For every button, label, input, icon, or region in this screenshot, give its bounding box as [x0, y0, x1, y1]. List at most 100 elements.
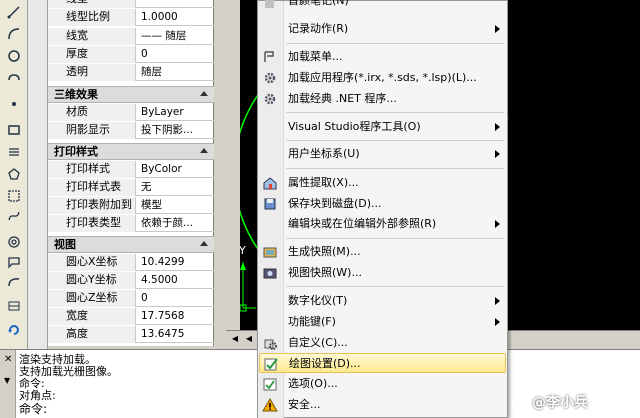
menu-item-customize[interactable]: 自定义(C)...	[259, 333, 506, 353]
prop-name: 高度	[48, 326, 136, 343]
polygon-tool-icon[interactable]	[3, 164, 25, 184]
menu-item-label: 数字化仪(T)	[288, 294, 348, 307]
prop-value[interactable]: ByLayer	[138, 104, 214, 121]
close-icon[interactable]: ✕	[4, 354, 12, 365]
circle-tool-icon[interactable]	[3, 46, 25, 66]
prop-row-shadow[interactable]: 阴影显示 投下阴影...	[48, 122, 214, 139]
hatch-tool-icon[interactable]	[3, 142, 25, 162]
properties-grid: 线型 线型比例1.0000 线宽—— 随层 厚度0 透明随层 三维效果 材质By…	[48, 0, 214, 346]
prev-tab-icon[interactable]: ◀	[244, 333, 254, 345]
prop-row-plot-style[interactable]: 打印样式 ByColor	[48, 161, 214, 178]
command-prompt[interactable]: 命令:	[19, 403, 47, 415]
ellipse-arc-tool-icon[interactable]	[3, 272, 25, 292]
prop-name: 圆心X坐标	[48, 254, 136, 271]
menu-separator	[286, 168, 504, 169]
menu-item-drafting-settings[interactable]: 绘图设置(D)...	[259, 353, 506, 373]
wipeout-tool-icon[interactable]	[3, 252, 25, 272]
prop-value[interactable]: 模型	[138, 197, 214, 214]
prop-name: 透明	[48, 64, 136, 81]
section-plot-style[interactable]: 打印样式	[48, 143, 214, 160]
menu-item-label: 视图快照(W)...	[288, 266, 362, 279]
refresh-tool-icon[interactable]	[3, 320, 25, 340]
prop-row-material[interactable]: 材质 ByLayer	[48, 104, 214, 121]
menu-item-ucs[interactable]: 用户坐标系(U)	[259, 144, 506, 164]
prop-value[interactable]: 1.0000	[138, 9, 214, 26]
prop-name: 打印样式	[48, 161, 136, 178]
prop-value[interactable]: —— 随层	[138, 28, 214, 45]
revcloud-tool-icon[interactable]	[3, 68, 25, 88]
ucs-y-label: Y	[240, 244, 246, 257]
prop-row-height[interactable]: 高度 13.6475	[48, 326, 214, 343]
prop-row-center-x[interactable]: 圆心X坐标 10.4299	[48, 254, 214, 271]
prop-name: 打印样式表	[48, 179, 136, 196]
menu-item-view-snapshot[interactable]: 视图快照(W)...	[259, 263, 506, 283]
collapse-icon[interactable]	[200, 91, 208, 96]
menu-item-load-menu[interactable]: 加载菜单...	[259, 47, 506, 67]
prop-value[interactable]	[138, 0, 214, 8]
prop-row-width[interactable]: 宽度 17.7568	[48, 308, 214, 325]
rectangle-tool-icon[interactable]	[3, 120, 25, 140]
point-tool-icon[interactable]	[3, 92, 25, 112]
prop-value[interactable]: 随层	[138, 64, 214, 81]
ucs-y-arrow	[240, 262, 246, 270]
menu-item-visual-studio[interactable]: Visual Studio程序工具(O)	[259, 117, 506, 137]
arc-tool-icon[interactable]	[3, 24, 25, 44]
line-tool-icon[interactable]	[3, 2, 25, 22]
section-title: 打印样式	[54, 145, 98, 158]
prop-row-lineweight[interactable]: 线宽 —— 随层	[48, 28, 214, 45]
menu-item-digitizer[interactable]: 数字化仪(T)	[259, 291, 506, 311]
menu-item-save-block[interactable]: 保存块到磁盘(D)...	[259, 194, 506, 214]
command-line-handle[interactable]: ✕ ▼	[0, 350, 16, 418]
menu-item-partial[interactable]: 首颜笔记(N)	[259, 0, 506, 11]
section-3d-effects[interactable]: 三维效果	[48, 86, 214, 103]
prop-value[interactable]: 0	[138, 290, 214, 307]
prop-value[interactable]: 0	[138, 46, 214, 63]
region-tool-icon[interactable]	[3, 186, 25, 206]
prop-name: 线宽	[48, 28, 136, 45]
menu-item-record-action[interactable]: 记录动作(R)	[259, 19, 506, 39]
prop-value[interactable]: ByColor	[138, 161, 214, 178]
menu-item-edit-block[interactable]: 编辑块或在位编辑外部参照(R)	[259, 214, 506, 234]
properties-palette-handle[interactable]	[28, 0, 48, 350]
table-tool-icon[interactable]	[3, 296, 25, 316]
menu-item-load-app[interactable]: 加载应用程序(*.irx, *.sds, *.lsp)(L)...	[259, 68, 506, 88]
menu-item-label: 用户坐标系(U)	[288, 147, 360, 160]
prop-value[interactable]: 投下阴影...	[138, 122, 214, 139]
prop-row-plot-attached[interactable]: 打印表附加到 模型	[48, 197, 214, 214]
collapse-icon[interactable]	[200, 241, 208, 246]
prop-value[interactable]: 10.4299	[138, 254, 214, 271]
prop-value[interactable]: 4.5000	[138, 272, 214, 289]
chevron-down-icon[interactable]: ▼	[4, 376, 10, 385]
prop-value[interactable]: 17.7568	[138, 308, 214, 325]
collapse-icon[interactable]	[200, 148, 208, 153]
prop-value[interactable]: 无	[138, 179, 214, 196]
prop-row-plot-table[interactable]: 打印样式表无	[48, 179, 214, 196]
menu-item-function-keys[interactable]: 功能键(F)	[259, 312, 506, 332]
prop-value[interactable]: 13.6475	[138, 326, 214, 343]
prop-row-plot-table-type[interactable]: 打印表类型 依赖于颜...	[48, 215, 214, 232]
menu-item-attribute-extract[interactable]: 属性提取(X)...	[259, 173, 506, 193]
prop-row-linetype[interactable]: 线型	[48, 0, 214, 8]
first-tab-icon[interactable]: ◀	[230, 333, 240, 345]
menu-item-load-net[interactable]: 加载经典 .NET 程序...	[259, 89, 506, 109]
prop-row-center-y[interactable]: 圆心Y坐标 4.5000	[48, 272, 214, 289]
save-block-icon	[262, 196, 278, 212]
menu-item-create-snapshot[interactable]: 生成快照(M)...	[259, 242, 506, 262]
menu-item-options[interactable]: 选项(O)...	[259, 374, 506, 394]
prop-row-thickness[interactable]: 厚度 0	[48, 46, 214, 63]
prop-name: 圆心Y坐标	[48, 272, 136, 289]
prop-row-center-z[interactable]: 圆心Z坐标 0	[48, 290, 214, 307]
section-title: 三维效果	[54, 88, 98, 101]
prop-name: 打印表类型	[48, 215, 136, 232]
donut-tool-icon[interactable]	[3, 232, 25, 252]
prop-row-linetype-scale[interactable]: 线型比例 1.0000	[48, 9, 214, 26]
tools-menu: 首颜笔记(N) 记录动作(R) 加载菜单... 加载应用程序(*.irx, *.…	[257, 0, 508, 418]
prop-value[interactable]: 依赖于颜...	[138, 215, 214, 232]
menu-item-security[interactable]: 安全...	[259, 395, 506, 415]
spline-tool-icon[interactable]	[3, 206, 25, 226]
command-history-line: 对角点:	[19, 389, 56, 402]
load-menu-icon	[262, 49, 278, 65]
prop-name: 线型	[48, 0, 136, 8]
prop-row-transparency[interactable]: 透明 随层	[48, 64, 214, 81]
section-view[interactable]: 视图	[48, 236, 214, 253]
